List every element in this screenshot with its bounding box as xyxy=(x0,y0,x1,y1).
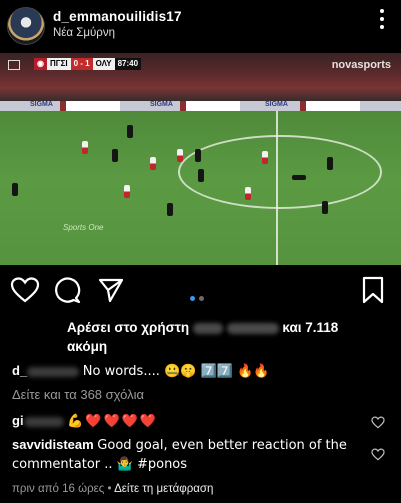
blurred-username xyxy=(226,322,279,334)
caption-username[interactable]: d_ xyxy=(12,363,27,378)
player xyxy=(12,183,18,196)
player xyxy=(124,185,130,198)
post-location[interactable]: Νέα Σμύρνη xyxy=(53,27,115,39)
player xyxy=(112,149,118,162)
save-icon[interactable] xyxy=(361,276,385,304)
separator: • xyxy=(107,483,112,495)
post-media[interactable]: SIGMA SIGMA SIGMA ◉ ΠΓΣΙ 0 - 1 ΟΛΥ 87:40… xyxy=(0,53,401,265)
player xyxy=(245,187,251,200)
carousel-indicator xyxy=(190,288,208,306)
comment-row: gi 💪❤️❤️❤️❤️ xyxy=(12,412,372,431)
share-icon[interactable] xyxy=(97,276,125,304)
player xyxy=(292,175,306,180)
view-all-comments-link[interactable]: Δείτε και τα 368 σχόλια xyxy=(12,386,372,404)
ad-text: SIGMA xyxy=(150,101,173,108)
likes-suffix: ακόμη xyxy=(67,339,108,354)
scorebug-time: 87:40 xyxy=(114,58,142,70)
blurred-username xyxy=(23,416,64,427)
comment-username[interactable]: savvidisteam xyxy=(12,437,94,452)
player xyxy=(322,201,328,214)
player xyxy=(262,151,268,164)
channel-tag: Sports One xyxy=(63,223,104,232)
comment-like-icon[interactable] xyxy=(371,416,385,429)
scorebug: ◉ ΠΓΣΙ 0 - 1 ΟΛΥ 87:40 xyxy=(34,58,142,70)
comment-row: savvidisteam Good goal, even better reac… xyxy=(12,436,364,474)
broadcaster-logo: novasports xyxy=(331,59,391,71)
player xyxy=(177,149,183,162)
scorebug-score: 0 - 1 xyxy=(70,58,93,70)
player xyxy=(150,157,156,170)
post-footer: πριν από 16 ώρες • Δείτε τη μετάφραση xyxy=(12,480,372,498)
carousel-dot xyxy=(199,296,204,301)
player xyxy=(195,149,201,162)
heart-icon[interactable] xyxy=(10,276,40,304)
player xyxy=(198,169,204,182)
comment-icon[interactable] xyxy=(54,276,82,304)
likes-prefix: Αρέσει στο χρήστη xyxy=(67,320,190,335)
picture-in-picture-icon xyxy=(8,60,20,70)
player xyxy=(327,157,333,170)
center-circle xyxy=(178,135,382,209)
post-username[interactable]: d_emmanouilidis17 xyxy=(53,9,182,24)
carousel-dot-active xyxy=(190,296,195,301)
comment-username[interactable]: gi xyxy=(12,413,24,428)
blurred-username xyxy=(27,366,80,377)
scorebug-logo: ◉ xyxy=(34,58,47,70)
avatar[interactable] xyxy=(7,7,45,45)
post-header: d_emmanouilidis17 Νέα Σμύρνη xyxy=(0,0,401,46)
player xyxy=(167,203,173,216)
translate-link[interactable]: Δείτε τη μετάφραση xyxy=(114,483,213,495)
likes-count: και 7.118 xyxy=(282,320,339,335)
ad-boards: SIGMA SIGMA SIGMA xyxy=(0,101,401,111)
player xyxy=(82,141,88,154)
blurred-username xyxy=(192,322,223,334)
comment-like-icon[interactable] xyxy=(371,448,385,461)
scorebug-away: ΟΛΥ xyxy=(92,58,115,70)
post-time: πριν από 16 ώρες xyxy=(12,483,105,495)
more-options-icon[interactable] xyxy=(379,9,385,31)
player xyxy=(127,125,133,138)
caption: d_ No words.... 🤐🤫 7️⃣7️⃣ 🔥🔥 xyxy=(12,362,372,381)
scorebug-home: ΠΓΣΙ xyxy=(46,58,71,70)
likes-line[interactable]: Αρέσει στο χρήστη και 7.118 ακόμη xyxy=(67,318,387,356)
comment-text: 💪❤️❤️❤️❤️ xyxy=(67,414,159,429)
ad-text: SIGMA xyxy=(30,101,53,108)
caption-text: No words.... 🤐🤫 7️⃣7️⃣ 🔥🔥 xyxy=(82,364,270,379)
ad-text: SIGMA xyxy=(265,101,288,108)
